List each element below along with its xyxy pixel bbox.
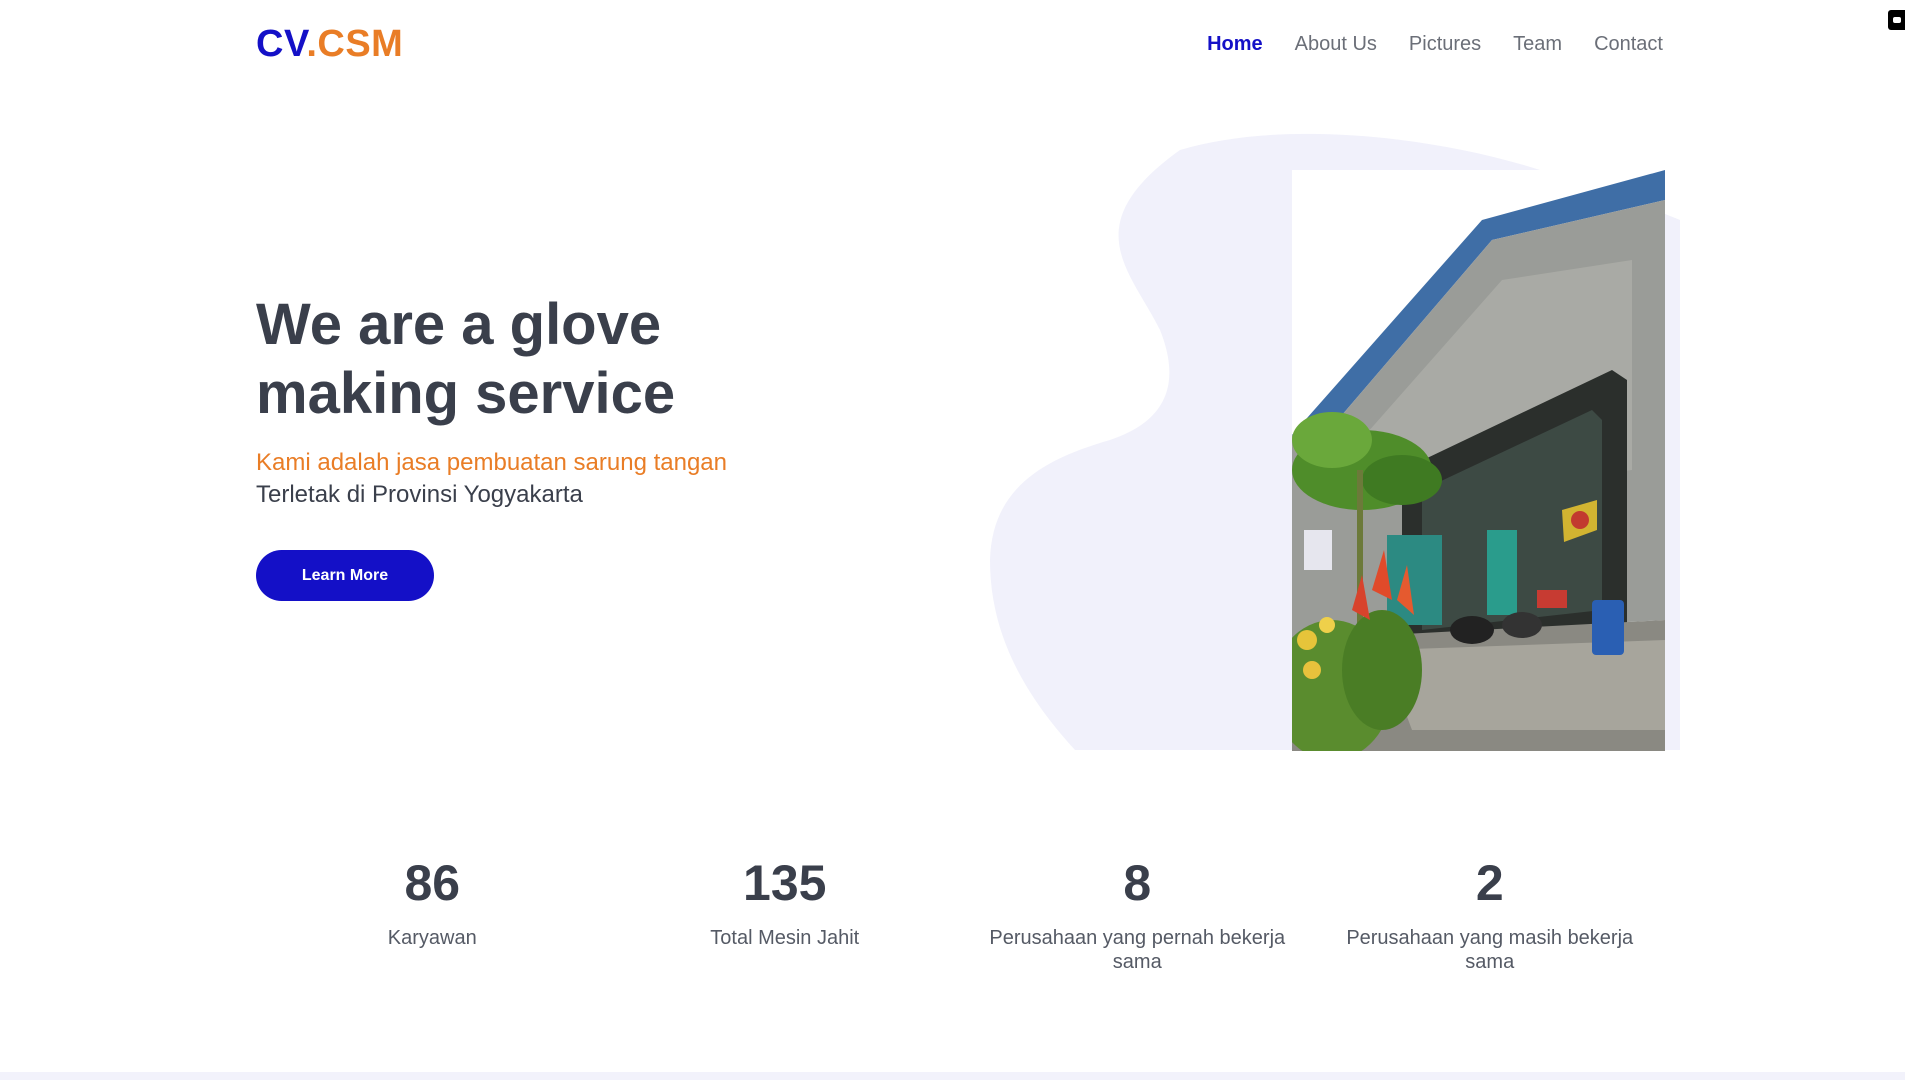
nav-home[interactable]: Home: [1207, 30, 1263, 58]
stat-employees: 86 Karyawan: [256, 848, 609, 974]
stat-value: 86: [404, 855, 461, 911]
stat-value: 8: [1123, 855, 1152, 911]
learn-more-button[interactable]: Learn More: [256, 550, 434, 601]
brand-part2: CSM: [317, 23, 404, 65]
stats-section: 86 Karyawan 135 Total Mesin Jahit 8 Peru…: [256, 848, 1666, 974]
nav-team[interactable]: Team: [1513, 30, 1562, 58]
stat-value: 135: [743, 855, 827, 911]
hero-location: Terletak di Provinsi Yogyakarta: [256, 481, 583, 508]
brand-part1: CV: [256, 23, 307, 65]
next-section-edge: [0, 1072, 1905, 1080]
stat-value: 2: [1475, 855, 1504, 911]
hero-title: We are a glove making service: [256, 292, 676, 426]
stat-past-partners: 8 Perusahaan yang pernah bekerja sama: [961, 848, 1314, 974]
nav-contact[interactable]: Contact: [1594, 30, 1663, 58]
brand-dot: .: [306, 23, 318, 65]
stat-label: Karyawan: [387, 927, 477, 949]
brand-logo[interactable]: CV.CSM: [256, 22, 403, 66]
main-nav: Home About Us Pictures Team Contact: [1175, 30, 1663, 58]
stat-label: Perusahaan yang pernah bekerja sama: [989, 927, 1286, 973]
navbar: CV.CSM Home About Us Pictures Team Conta…: [0, 0, 1905, 88]
nav-about-us[interactable]: About Us: [1295, 30, 1377, 58]
stat-label: Perusahaan yang masih bekerja sama: [1346, 927, 1634, 973]
stat-sewing-machines: 135 Total Mesin Jahit: [609, 848, 962, 974]
extension-icon[interactable]: [1888, 10, 1905, 30]
stat-label: Total Mesin Jahit: [710, 927, 860, 949]
stat-current-partners: 2 Perusahaan yang masih bekerja sama: [1314, 848, 1667, 974]
nav-pictures[interactable]: Pictures: [1409, 30, 1481, 58]
factory-building-photo: [1292, 170, 1665, 751]
hero-subtitle: Kami adalah jasa pembuatan sarung tangan: [256, 449, 727, 476]
